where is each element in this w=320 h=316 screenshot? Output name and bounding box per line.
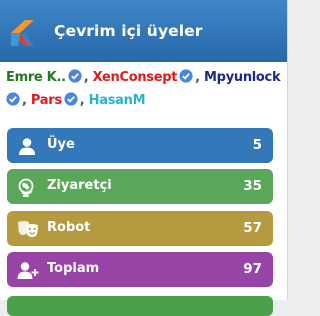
widget-title: Çevrim içi üyeler	[54, 22, 203, 40]
stat-label: Ziyaretçi	[47, 178, 112, 193]
next-stat-row	[7, 296, 273, 316]
user-plus-icon	[17, 262, 39, 279]
stat-robots[interactable]: Robot 57	[7, 211, 273, 246]
mask-icon	[18, 221, 38, 237]
verified-badge-icon	[68, 69, 82, 83]
separator: ,	[83, 70, 89, 85]
stat-label: Toplam	[47, 261, 100, 276]
user-link[interactable]: Pars	[30, 92, 80, 108]
user-name: Mpyunlock	[204, 70, 281, 85]
user-name: XenConsept	[92, 70, 178, 85]
user-name: HasanM	[88, 93, 146, 108]
site-logo-icon	[11, 20, 34, 46]
separator: ,	[79, 93, 85, 108]
user-link[interactable]: Mpyunlock	[204, 70, 281, 85]
online-users-widget: Çevrim içi üyeler Emre K.., XenConsept, …	[0, 0, 288, 316]
stat-count: 57	[243, 220, 262, 236]
verified-badge-icon	[179, 69, 193, 83]
online-user-list: Emre K.., XenConsept, Mpyunlock , Pars, …	[6, 66, 286, 112]
stat-count: 35	[243, 178, 262, 194]
verified-badge-icon	[6, 92, 20, 106]
verified-badge-icon	[64, 92, 78, 106]
separator: ,	[22, 93, 27, 108]
user-link[interactable]: XenConsept	[92, 69, 196, 85]
stat-count: 5	[252, 137, 262, 153]
stat-label: Robot	[47, 220, 91, 235]
globe-icon	[18, 178, 34, 197]
page-background	[288, 0, 300, 300]
user-link[interactable]: Emre K..	[6, 69, 84, 85]
user-link[interactable]: HasanM	[89, 93, 146, 108]
separator: ,	[195, 70, 200, 85]
stat-members[interactable]: Üye 5	[7, 128, 273, 163]
user-name: Pars	[30, 93, 62, 108]
user-link[interactable]	[6, 92, 22, 108]
widget-header: Çevrim içi üyeler	[0, 0, 287, 62]
stat-total[interactable]: Toplam 97	[7, 252, 273, 287]
stat-label: Üye	[47, 137, 75, 152]
user-icon	[19, 138, 35, 155]
stat-count: 97	[243, 261, 262, 277]
user-name: Emre K..	[6, 70, 66, 85]
stat-visitors[interactable]: Ziyaretçi 35	[7, 169, 273, 204]
